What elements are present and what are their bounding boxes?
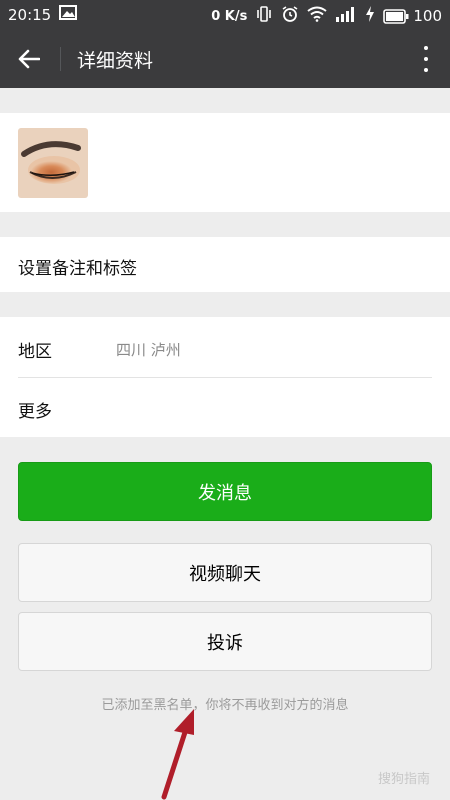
back-button[interactable]	[12, 43, 46, 75]
watermark: 搜狗指南	[377, 772, 430, 787]
alarm-icon	[281, 5, 299, 27]
page-title: 详细资料	[77, 50, 154, 72]
annotation-arrow-icon	[161, 709, 194, 800]
status-bar: 20:15 0 K/s 100	[0, 0, 450, 30]
battery-icon	[383, 8, 409, 24]
more-label: 更多	[18, 402, 52, 422]
remark-tags-label: 设置备注和标签	[18, 259, 137, 279]
region-row: 地区 四川 泸州	[0, 317, 450, 377]
back-arrow-icon	[18, 49, 40, 69]
region-label: 地区	[18, 342, 52, 362]
video-chat-button[interactable]: 视频聊天	[18, 543, 432, 602]
report-button[interactable]: 投诉	[18, 612, 432, 671]
status-time: 20:15	[8, 5, 52, 24]
signal-icon	[335, 6, 357, 26]
charging-icon	[365, 6, 375, 26]
vibrate-icon	[255, 5, 273, 27]
avatar[interactable]	[18, 128, 88, 198]
blacklist-notice: 已添加至黑名单，你将不再收到对方的消息	[101, 698, 349, 713]
more-options-icon[interactable]	[416, 42, 436, 76]
image-notification-icon	[59, 5, 78, 24]
more-row[interactable]: 更多	[0, 377, 450, 437]
network-speed: 0 K/s	[211, 8, 248, 24]
battery-level: 100	[413, 7, 442, 25]
send-message-button[interactable]: 发消息	[18, 462, 432, 521]
remark-tags-row[interactable]: 设置备注和标签	[0, 237, 450, 292]
title-bar: 详细资料	[0, 30, 450, 88]
battery: 100	[383, 7, 442, 25]
info-card: 地区 四川 泸州 更多	[0, 317, 450, 437]
title-divider	[60, 47, 61, 71]
profile-card	[0, 113, 450, 212]
region-value: 四川 泸州	[116, 341, 181, 359]
wifi-icon	[307, 6, 327, 26]
